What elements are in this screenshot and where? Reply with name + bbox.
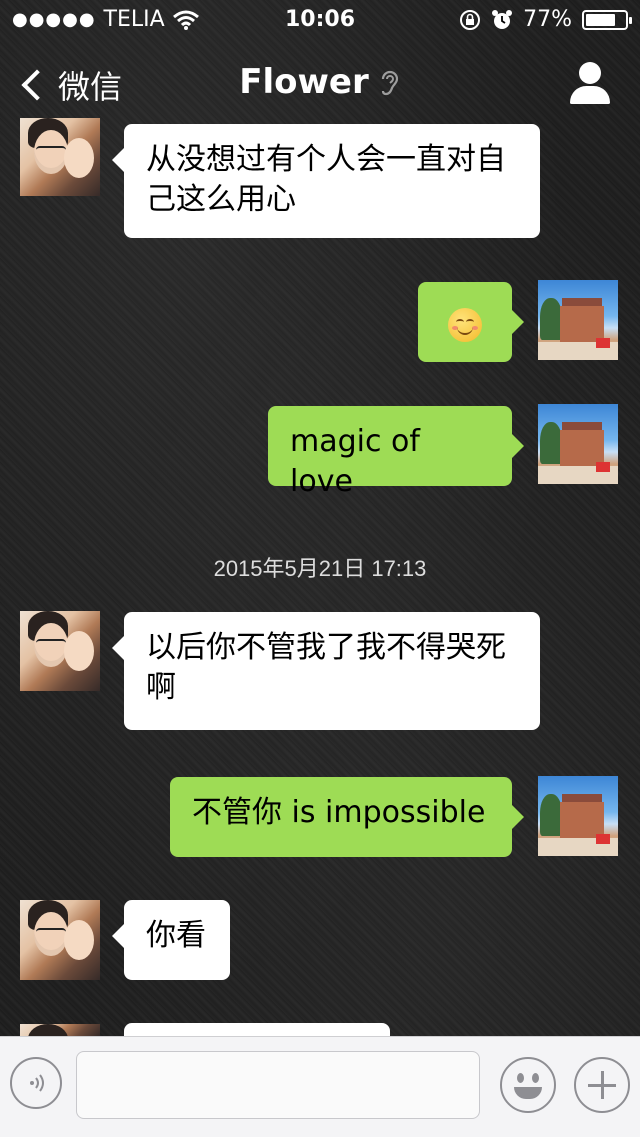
my-avatar[interactable] bbox=[538, 776, 618, 856]
contact-avatar[interactable] bbox=[20, 900, 100, 980]
smiling-face-icon bbox=[448, 307, 482, 342]
my-avatar[interactable] bbox=[538, 280, 618, 360]
message-text: 不管你 is impossible bbox=[192, 795, 486, 830]
message-bubble-outgoing[interactable]: 不管你 is impossible bbox=[170, 777, 524, 857]
input-bar bbox=[0, 1036, 640, 1137]
message-bubble-outgoing[interactable] bbox=[418, 282, 524, 362]
message-bubble-incoming[interactable] bbox=[112, 1023, 390, 1071]
contact-avatar[interactable] bbox=[20, 611, 100, 691]
battery-fill bbox=[586, 13, 616, 26]
message-bubble-incoming[interactable]: 你看 bbox=[112, 900, 230, 980]
profile-icon[interactable] bbox=[570, 62, 610, 104]
contact-avatar[interactable] bbox=[20, 118, 100, 196]
voice-wave-icon bbox=[30, 1074, 44, 1092]
message-bubble-outgoing[interactable]: magic of love bbox=[268, 406, 524, 499]
profile-icon-body bbox=[570, 86, 610, 104]
alarm-icon bbox=[492, 9, 513, 29]
contact-name: Flower bbox=[239, 62, 369, 102]
message-input[interactable] bbox=[76, 1051, 480, 1119]
message-text: 从没想过有个人会一直对自己这么用心 bbox=[146, 142, 506, 217]
my-avatar[interactable] bbox=[538, 404, 618, 484]
battery-percent: 77% bbox=[523, 7, 572, 32]
message-bubble-incoming[interactable]: 以后你不管我了我不得哭死啊 bbox=[112, 612, 540, 730]
battery-icon bbox=[582, 9, 632, 30]
plus-icon[interactable] bbox=[574, 1057, 630, 1113]
ear-icon bbox=[381, 70, 398, 96]
message-bubble-incoming[interactable]: 从没想过有个人会一直对自己这么用心 bbox=[112, 124, 540, 238]
voice-icon[interactable] bbox=[10, 1057, 62, 1109]
message-timestamp: 2015年5月21日 17:13 bbox=[213, 556, 427, 581]
message-text: 以后你不管我了我不得哭死啊 bbox=[146, 630, 506, 705]
rotation-lock-icon bbox=[460, 9, 481, 30]
profile-icon-head bbox=[579, 62, 601, 84]
contact-avatar[interactable] bbox=[20, 1024, 100, 1036]
nav-bar: 微信 Flower bbox=[0, 40, 640, 128]
status-bar: ●●●●● TELIA 10:06 77% bbox=[0, 0, 640, 40]
emoji-icon[interactable] bbox=[500, 1057, 556, 1113]
chat-title: Flower bbox=[0, 62, 640, 102]
message-text: 你看 bbox=[146, 918, 206, 953]
